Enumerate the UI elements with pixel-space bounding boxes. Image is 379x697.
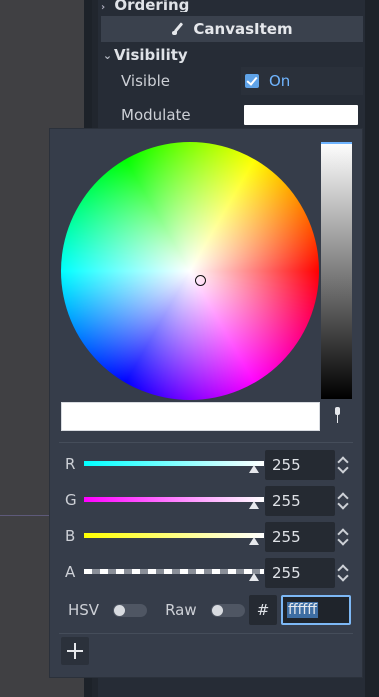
property-modulate: Modulate (109, 101, 363, 129)
visibility-label: Visibility (114, 46, 188, 64)
modulate-label: Modulate (121, 106, 191, 124)
slider-grabber-icon[interactable] (249, 537, 259, 545)
channel-row-g: G 255 (61, 486, 356, 516)
spin-arrows-icon[interactable] (337, 456, 349, 474)
channel-spinbox-b[interactable]: 255 (265, 522, 335, 552)
channel-slider-r[interactable] (84, 461, 264, 466)
ordering-label: Ordering (114, 0, 190, 12)
hex-input[interactable]: ffffff (281, 595, 351, 625)
value-slider-marker[interactable] (321, 142, 352, 144)
color-picker-popup: R 255 G 255 B 255 A 255 HSV Raw # ffffff (49, 128, 363, 678)
channel-label: G (65, 491, 77, 509)
color-wheel[interactable] (61, 142, 319, 400)
channel-slider-g[interactable] (84, 497, 264, 502)
visible-label: Visible (121, 72, 170, 90)
color-wheel-cursor[interactable] (195, 275, 206, 286)
channel-row-r: R 255 (61, 450, 356, 480)
mode-row: HSV Raw # ffffff (61, 595, 356, 625)
hex-hash-button[interactable]: # (249, 595, 277, 625)
channel-row-b: B 255 (61, 522, 356, 552)
channel-slider-b[interactable] (84, 533, 264, 538)
chevron-down-icon: ⌄ (102, 48, 113, 62)
subsection-visibility[interactable]: ⌄ Visibility (101, 44, 363, 66)
value-slider[interactable] (321, 142, 352, 399)
hsv-toggle[interactable] (113, 603, 148, 617)
modulate-field[interactable] (241, 101, 363, 129)
raw-label: Raw (165, 601, 197, 619)
slider-grabber-icon[interactable] (249, 501, 259, 509)
section-canvasitem[interactable]: CanvasItem (101, 16, 363, 42)
section-ordering[interactable]: › Ordering (101, 0, 363, 12)
channel-spinbox-r[interactable]: 255 (265, 450, 335, 480)
channel-slider-a[interactable] (84, 569, 264, 574)
add-preset-button[interactable] (61, 637, 89, 665)
channel-row-a: A 255 (61, 558, 356, 588)
brush-icon (171, 22, 185, 36)
chevron-right-icon: › (101, 2, 106, 13)
raw-toggle[interactable] (210, 603, 245, 617)
inspector-scrollbar[interactable] (365, 0, 379, 697)
channel-label: R (65, 455, 76, 473)
spin-arrows-icon[interactable] (337, 528, 349, 546)
section-title: CanvasItem (193, 20, 293, 38)
channel-spinbox-g[interactable]: 255 (265, 486, 335, 516)
divider (59, 633, 353, 634)
spin-arrows-icon[interactable] (337, 564, 349, 582)
visible-toggle[interactable]: On (241, 67, 363, 95)
hex-value: ffffff (287, 602, 318, 618)
visible-checkbox[interactable] (245, 74, 259, 88)
spin-arrows-icon[interactable] (337, 492, 349, 510)
divider (59, 442, 353, 443)
slider-grabber-icon[interactable] (249, 573, 259, 581)
visible-value: On (269, 72, 291, 90)
channel-label: B (65, 527, 76, 545)
property-visible: Visible On (109, 67, 363, 95)
hsv-label: HSV (68, 601, 100, 619)
color-preview (61, 402, 320, 431)
slider-grabber-icon[interactable] (249, 465, 259, 473)
eyedropper-icon[interactable] (332, 407, 344, 425)
modulate-color-swatch[interactable] (244, 105, 358, 125)
channel-label: A (65, 563, 76, 581)
channel-spinbox-a[interactable]: 255 (265, 558, 335, 588)
